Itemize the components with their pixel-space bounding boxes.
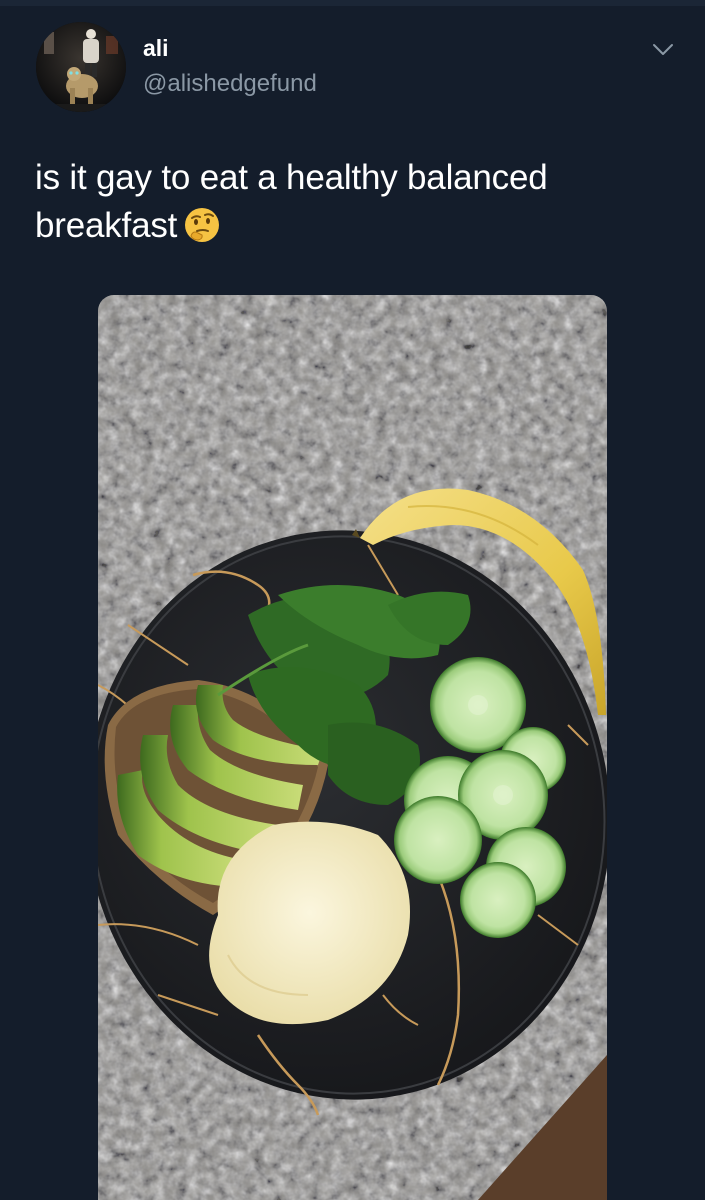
user-handle[interactable]: @alishedgefund	[143, 70, 317, 98]
thinking-face-emoji-icon	[183, 206, 221, 244]
chevron-down-icon[interactable]	[650, 36, 676, 62]
tweet-text-content: is it gay to eat a healthy balanced brea…	[35, 158, 548, 245]
tweet-media-photo[interactable]	[98, 295, 607, 1200]
tweet-text: is it gay to eat a healthy balanced brea…	[35, 154, 675, 250]
top-divider	[0, 0, 705, 6]
display-name[interactable]: ali	[143, 34, 169, 62]
avatar[interactable]	[36, 22, 126, 112]
